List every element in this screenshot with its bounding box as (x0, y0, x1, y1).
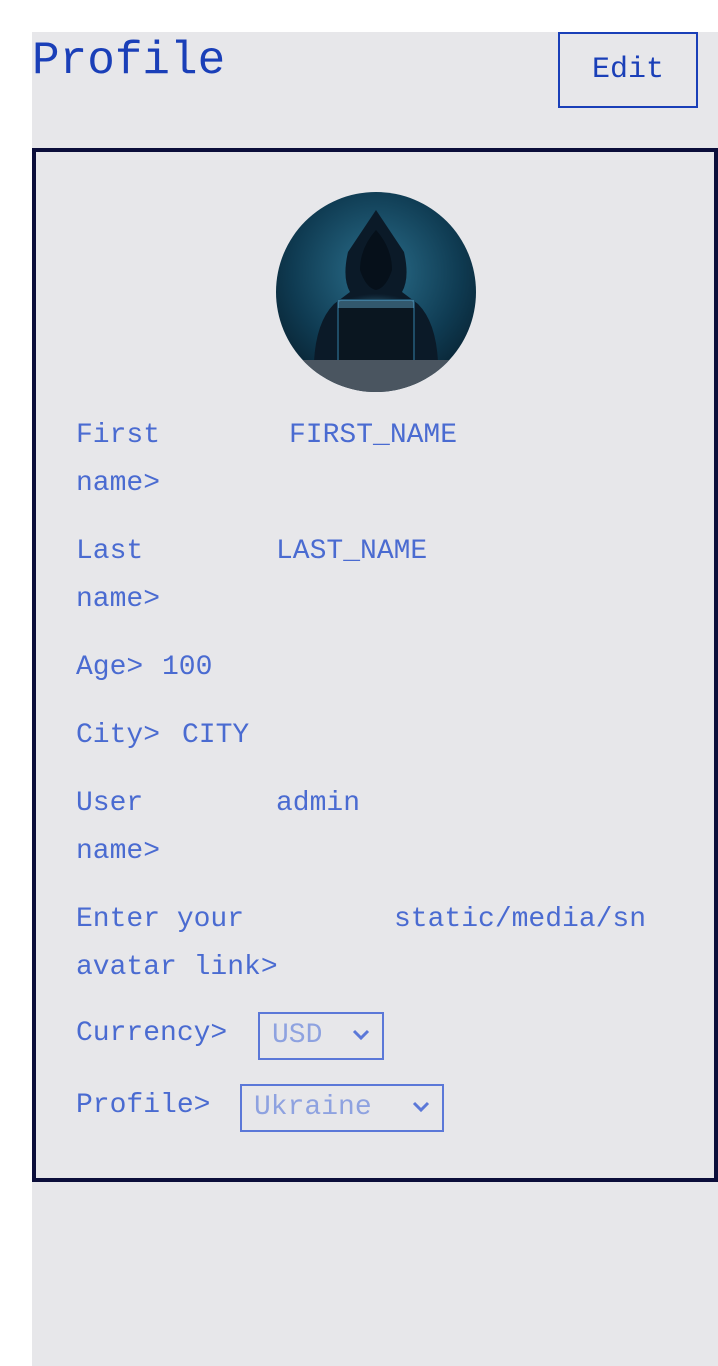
page-title: Profile (32, 35, 226, 87)
profile-page: Profile Edit First name> FIRST_NAME Last… (32, 32, 718, 1366)
profile-select-label: Profile> (76, 1090, 211, 1121)
first-name-label: First name> (76, 420, 161, 499)
currency-select[interactable]: USD (258, 1012, 384, 1060)
username-row: User name> admin (76, 780, 676, 876)
first-name-value: FIRST_NAME (289, 420, 458, 451)
username-label: User name> (76, 788, 161, 867)
city-label: City> (76, 720, 161, 751)
chevron-down-icon (412, 1101, 430, 1113)
avatar-link-input[interactable]: static/media/sn (394, 896, 674, 944)
avatar-link-label: Enter your avatar link> (76, 904, 278, 983)
age-value: 100 (162, 652, 213, 683)
first-name-row: First name> FIRST_NAME (76, 412, 676, 508)
currency-label: Currency> (76, 1018, 228, 1049)
city-row: City> CITY (76, 712, 676, 760)
chevron-down-icon (352, 1029, 370, 1041)
username-value: admin (276, 788, 361, 819)
age-label: Age> (76, 652, 144, 683)
avatar-link-row: Enter your avatar link> static/media/sn (76, 896, 674, 992)
avatar (276, 192, 476, 392)
city-value: CITY (182, 720, 250, 751)
profile-card: First name> FIRST_NAME Last name> LAST_N… (32, 148, 718, 1182)
currency-row: Currency> USD (76, 1010, 676, 1062)
profile-select-value: Ukraine (254, 1092, 372, 1123)
age-row: Age> 100 (76, 644, 676, 692)
currency-select-value: USD (272, 1020, 323, 1051)
profile-select-row: Profile> Ukraine (76, 1082, 676, 1134)
last-name-row: Last name> LAST_NAME (76, 528, 676, 624)
last-name-label: Last name> (76, 536, 161, 615)
profile-select[interactable]: Ukraine (240, 1084, 444, 1132)
edit-button[interactable]: Edit (558, 32, 698, 108)
hooded-hacker-avatar-icon (276, 192, 476, 392)
last-name-value: LAST_NAME (276, 536, 428, 567)
